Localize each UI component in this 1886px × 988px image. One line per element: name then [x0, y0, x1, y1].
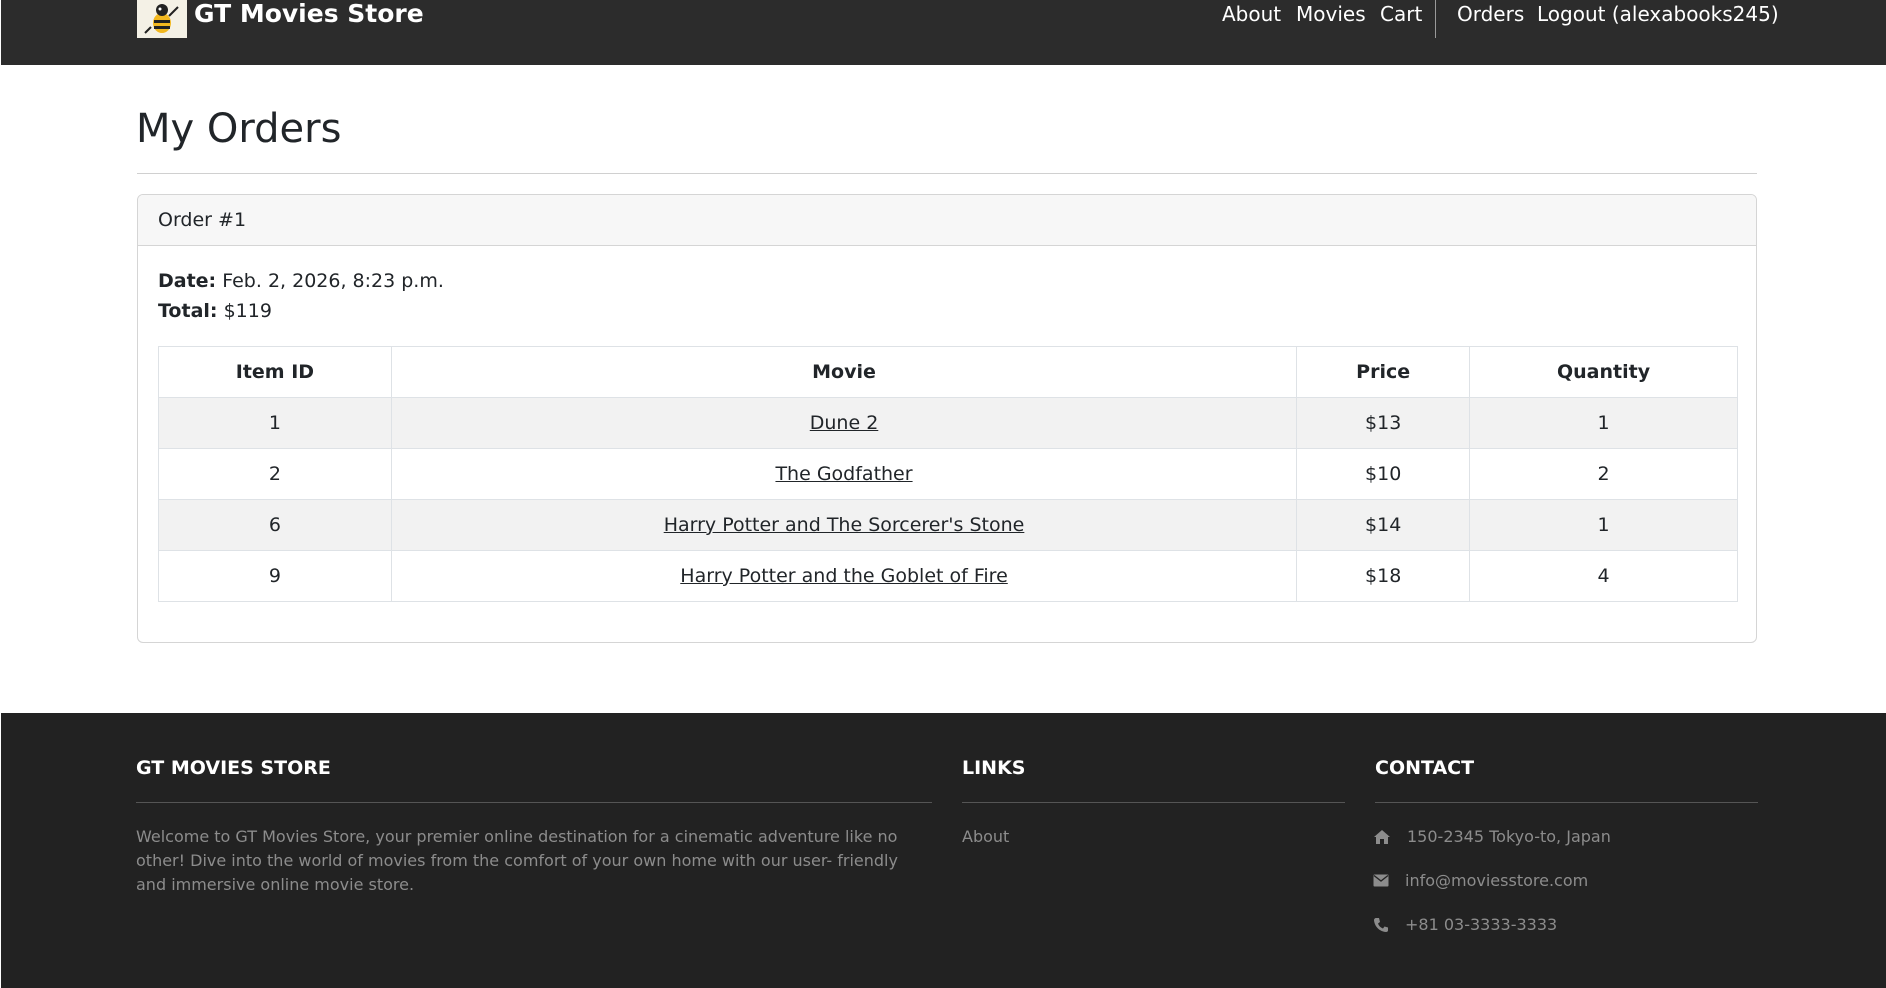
movie-cell: Dune 2: [390, 397, 1298, 449]
page-title: My Orders: [136, 106, 342, 152]
item-id-cell: 6: [158, 499, 392, 551]
movie-link[interactable]: Harry Potter and the Goblet of Fire: [680, 565, 1007, 587]
order-total: Total: $119: [158, 300, 272, 322]
phone-icon: [1374, 917, 1388, 932]
order-date: Date: Feb. 2, 2026, 8:23 p.m.: [158, 270, 444, 292]
nav-divider: [1435, 0, 1436, 38]
home-icon: [1374, 829, 1390, 844]
movie-link[interactable]: The Godfather: [775, 463, 912, 485]
brand-name: GT Movies Store: [194, 0, 424, 28]
movie-link[interactable]: Harry Potter and The Sorcerer's Stone: [664, 514, 1025, 536]
column-header-item-id: Item ID: [158, 346, 392, 398]
price-cell: $10: [1296, 448, 1471, 500]
quantity-cell: 1: [1469, 397, 1738, 449]
footer-links-heading: LINKS: [962, 757, 1026, 779]
movie-cell: Harry Potter and the Goblet of Fire: [390, 550, 1298, 602]
title-divider: [137, 173, 1757, 174]
column-header-quantity: Quantity: [1469, 346, 1738, 398]
order-card: Order #1 Date: Feb. 2, 2026, 8:23 p.m. T…: [137, 194, 1757, 643]
footer-about-link[interactable]: About: [962, 825, 1009, 849]
nav-orders-link[interactable]: Orders: [1457, 2, 1524, 26]
item-id-cell: 9: [158, 550, 392, 602]
brand-link[interactable]: GT Movies Store: [137, 0, 424, 38]
table-row: 9 Harry Potter and the Goblet of Fire $1…: [158, 550, 1738, 602]
item-id-cell: 2: [158, 448, 392, 500]
order-card-header: Order #1: [138, 195, 1756, 246]
footer-contact-divider: [1375, 802, 1758, 803]
contact-address-text: 150-2345 Tokyo-to, Japan: [1407, 827, 1611, 846]
table-row: 6 Harry Potter and The Sorcerer's Stone …: [158, 499, 1738, 551]
movie-link[interactable]: Dune 2: [810, 412, 879, 434]
item-id-cell: 1: [158, 397, 392, 449]
envelope-icon: [1373, 874, 1389, 887]
nav-movies-link[interactable]: Movies: [1296, 2, 1366, 26]
price-cell: $18: [1296, 550, 1471, 602]
movie-cell: The Godfather: [390, 448, 1298, 500]
navbar: GT Movies Store About Movies Cart Orders…: [1, 0, 1886, 65]
footer-contact-heading: CONTACT: [1375, 757, 1475, 779]
order-total-value: $119: [223, 300, 272, 322]
contact-phone-text: +81 03-3333-3333: [1405, 915, 1558, 934]
price-cell: $14: [1296, 499, 1471, 551]
order-date-value: Feb. 2, 2026, 8:23 p.m.: [222, 270, 444, 292]
footer: GT MOVIES STORE Welcome to GT Movies Sto…: [1, 713, 1886, 988]
nav-cart-link[interactable]: Cart: [1380, 2, 1422, 26]
contact-email-text: info@moviesstore.com: [1405, 871, 1589, 890]
bee-mascot-logo-icon: [137, 0, 187, 38]
contact-phone: +81 03-3333-3333: [1373, 915, 1557, 934]
footer-about-text: Welcome to GT Movies Store, your premier…: [136, 827, 898, 894]
price-cell: $13: [1296, 397, 1471, 449]
page: GT Movies Store About Movies Cart Orders…: [0, 0, 1886, 988]
nav-about-link[interactable]: About: [1222, 2, 1281, 26]
footer-about-divider: [136, 802, 932, 803]
footer-about-heading: GT MOVIES STORE: [136, 757, 331, 779]
quantity-cell: 1: [1469, 499, 1738, 551]
order-items-table: Item ID Movie Price Quantity 1 Dune 2 $1…: [158, 346, 1738, 602]
order-total-label: Total:: [158, 300, 218, 322]
quantity-cell: 4: [1469, 550, 1738, 602]
column-header-price: Price: [1296, 346, 1471, 398]
nav-logout-link[interactable]: Logout (alexabooks245): [1537, 2, 1779, 26]
order-date-label: Date:: [158, 270, 217, 292]
footer-links-divider: [962, 802, 1345, 803]
quantity-cell: 2: [1469, 448, 1738, 500]
column-header-movie: Movie: [390, 346, 1298, 398]
table-row: 1 Dune 2 $13 1: [158, 397, 1738, 449]
movie-cell: Harry Potter and The Sorcerer's Stone: [390, 499, 1298, 551]
table-row: 2 The Godfather $10 2: [158, 448, 1738, 500]
table-header-row: Item ID Movie Price Quantity: [158, 346, 1738, 398]
contact-email: info@moviesstore.com: [1373, 871, 1588, 890]
contact-address: 150-2345 Tokyo-to, Japan: [1373, 827, 1611, 846]
